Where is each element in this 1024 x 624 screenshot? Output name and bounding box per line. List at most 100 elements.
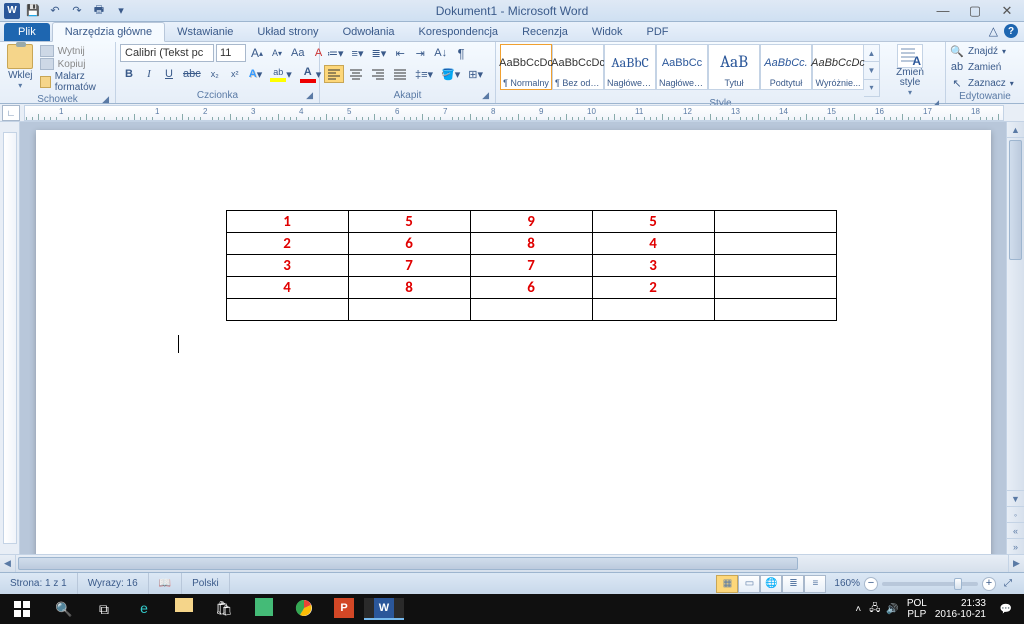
zoom-value[interactable]: 160% [834, 578, 860, 589]
redo-button[interactable]: ↷ [68, 2, 86, 20]
prev-page-button[interactable]: « [1007, 522, 1024, 538]
taskbar-word[interactable]: W [364, 598, 404, 620]
styles-up-icon[interactable]: ▲ [864, 45, 879, 62]
borders-button[interactable]: ⊞▾ [465, 65, 486, 83]
table-cell[interactable]: 4 [592, 233, 714, 255]
tab-view[interactable]: Widok [580, 23, 635, 41]
status-page[interactable]: Strona: 1 z 1 [0, 573, 78, 594]
taskbar-powerpoint[interactable]: P [324, 598, 364, 618]
taskbar-app1[interactable] [244, 598, 284, 616]
save-button[interactable]: 💾 [24, 2, 42, 20]
paragraph-launcher-icon[interactable]: ◢ [482, 90, 489, 101]
align-center-button[interactable] [346, 65, 366, 83]
styles-down-icon[interactable]: ▼ [864, 62, 879, 79]
zoom-handle[interactable] [954, 578, 962, 590]
scroll-h-track[interactable] [16, 555, 1008, 572]
help-button[interactable]: ? [1004, 24, 1018, 38]
task-view-button[interactable]: ⧉ [84, 594, 124, 624]
taskbar-edge[interactable]: e [124, 598, 164, 618]
start-button[interactable] [0, 594, 44, 624]
outdent-button[interactable]: ⇤ [391, 44, 409, 62]
zoom-in-button[interactable]: + [982, 577, 996, 591]
table-cell[interactable] [226, 299, 348, 321]
scroll-left-button[interactable]: ◀ [0, 555, 16, 572]
table-cell[interactable] [714, 277, 836, 299]
word-app-icon[interactable]: W [4, 3, 20, 19]
qat-customize-icon[interactable]: ▾ [112, 2, 130, 20]
minimize-button[interactable]: — [936, 3, 950, 19]
scroll-h-thumb[interactable] [18, 557, 798, 570]
horizontal-scrollbar[interactable]: ◀ ▶ [0, 554, 1024, 572]
style-normal[interactable]: AaBbCcDc¶ Normalny [500, 44, 552, 90]
view-print-layout[interactable]: ▦ [716, 575, 738, 593]
clipboard-launcher-icon[interactable]: ◢ [102, 94, 109, 105]
horizontal-ruler[interactable]: 21123456789101112131415161718 [24, 105, 1004, 121]
scroll-up-button[interactable]: ▲ [1007, 122, 1024, 138]
align-right-button[interactable] [368, 65, 388, 83]
scroll-v-thumb[interactable] [1009, 140, 1022, 260]
tab-file[interactable]: Plik [4, 23, 50, 41]
table-cell[interactable]: 8 [470, 233, 592, 255]
sort-button[interactable]: A↓ [431, 44, 450, 62]
scroll-v-track[interactable] [1007, 138, 1024, 490]
style-heading1[interactable]: AaBbCNagłówek 1 [604, 44, 656, 90]
table-cell[interactable] [714, 299, 836, 321]
volume-icon[interactable]: 🔊 [886, 604, 898, 615]
tray-language[interactable]: POL PLP [907, 598, 927, 620]
paste-button[interactable]: Wklej ▾ [4, 44, 37, 90]
table-cell[interactable] [470, 299, 592, 321]
text-effects-button[interactable]: A▾ [246, 65, 265, 83]
table-cell[interactable] [714, 211, 836, 233]
copy-button[interactable]: Kopiuj [40, 58, 111, 70]
search-button[interactable]: 🔍 [44, 594, 84, 624]
strike-button[interactable]: abc [180, 65, 204, 83]
change-case-button[interactable]: Aa [288, 44, 307, 62]
tab-mailings[interactable]: Korespondencja [407, 23, 511, 41]
tab-layout[interactable]: Układ strony [245, 23, 330, 41]
font-launcher-icon[interactable]: ◢ [306, 90, 313, 101]
underline-button[interactable]: U [160, 65, 178, 83]
taskbar-store[interactable]: 🛍 [204, 598, 244, 618]
font-size-combo[interactable]: 11 [216, 44, 246, 62]
table-cell[interactable]: 6 [348, 233, 470, 255]
document-table[interactable]: 1595268437734862 [226, 210, 837, 321]
page[interactable]: 1595268437734862 [36, 130, 991, 554]
tray-clock[interactable]: 21:33 2016-10-21 [935, 598, 986, 620]
table-cell[interactable] [592, 299, 714, 321]
table-cell[interactable]: 7 [470, 255, 592, 277]
table-cell[interactable]: 5 [592, 211, 714, 233]
taskbar-chrome[interactable] [284, 598, 324, 618]
ribbon-minimize-icon[interactable]: △ [989, 24, 998, 38]
status-language[interactable]: Polski [182, 573, 230, 594]
view-draft[interactable]: ≡ [804, 575, 826, 593]
styles-expand-icon[interactable]: ▾ [864, 80, 879, 96]
status-proofing[interactable]: 📖 [149, 573, 182, 594]
close-button[interactable]: ✕ [1000, 3, 1014, 19]
bold-button[interactable]: B [120, 65, 138, 83]
cut-button[interactable]: Wytnij [40, 45, 111, 57]
bullets-button[interactable]: ≔▾ [324, 44, 347, 62]
table-cell[interactable]: 5 [348, 211, 470, 233]
superscript-button[interactable]: x² [226, 65, 244, 83]
replace-button[interactable]: abZamień [950, 60, 1014, 74]
print-button[interactable]: 🖶 [90, 2, 108, 20]
status-words[interactable]: Wyrazy: 16 [78, 573, 149, 594]
view-outline[interactable]: ≣ [782, 575, 804, 593]
table-cell[interactable]: 1 [226, 211, 348, 233]
indent-button[interactable]: ⇥ [411, 44, 429, 62]
change-styles-button[interactable]: Zmień style ▾ [887, 44, 933, 97]
table-cell[interactable]: 9 [470, 211, 592, 233]
taskbar-explorer[interactable] [164, 598, 204, 612]
table-cell[interactable]: 7 [348, 255, 470, 277]
tab-insert[interactable]: Wstawianie [165, 23, 245, 41]
tab-review[interactable]: Recenzja [510, 23, 580, 41]
show-marks-button[interactable]: ¶ [452, 44, 470, 62]
view-web[interactable]: 🌐 [760, 575, 782, 593]
table-cell[interactable] [714, 255, 836, 277]
next-page-button[interactable]: » [1007, 538, 1024, 554]
multilevel-button[interactable]: ≣▾ [369, 44, 390, 62]
shrink-font-button[interactable]: A▾ [268, 44, 286, 62]
vertical-scrollbar[interactable]: ▲ ▼ ◦ « » [1006, 122, 1024, 554]
table-cell[interactable]: 2 [226, 233, 348, 255]
align-left-button[interactable] [324, 65, 344, 83]
